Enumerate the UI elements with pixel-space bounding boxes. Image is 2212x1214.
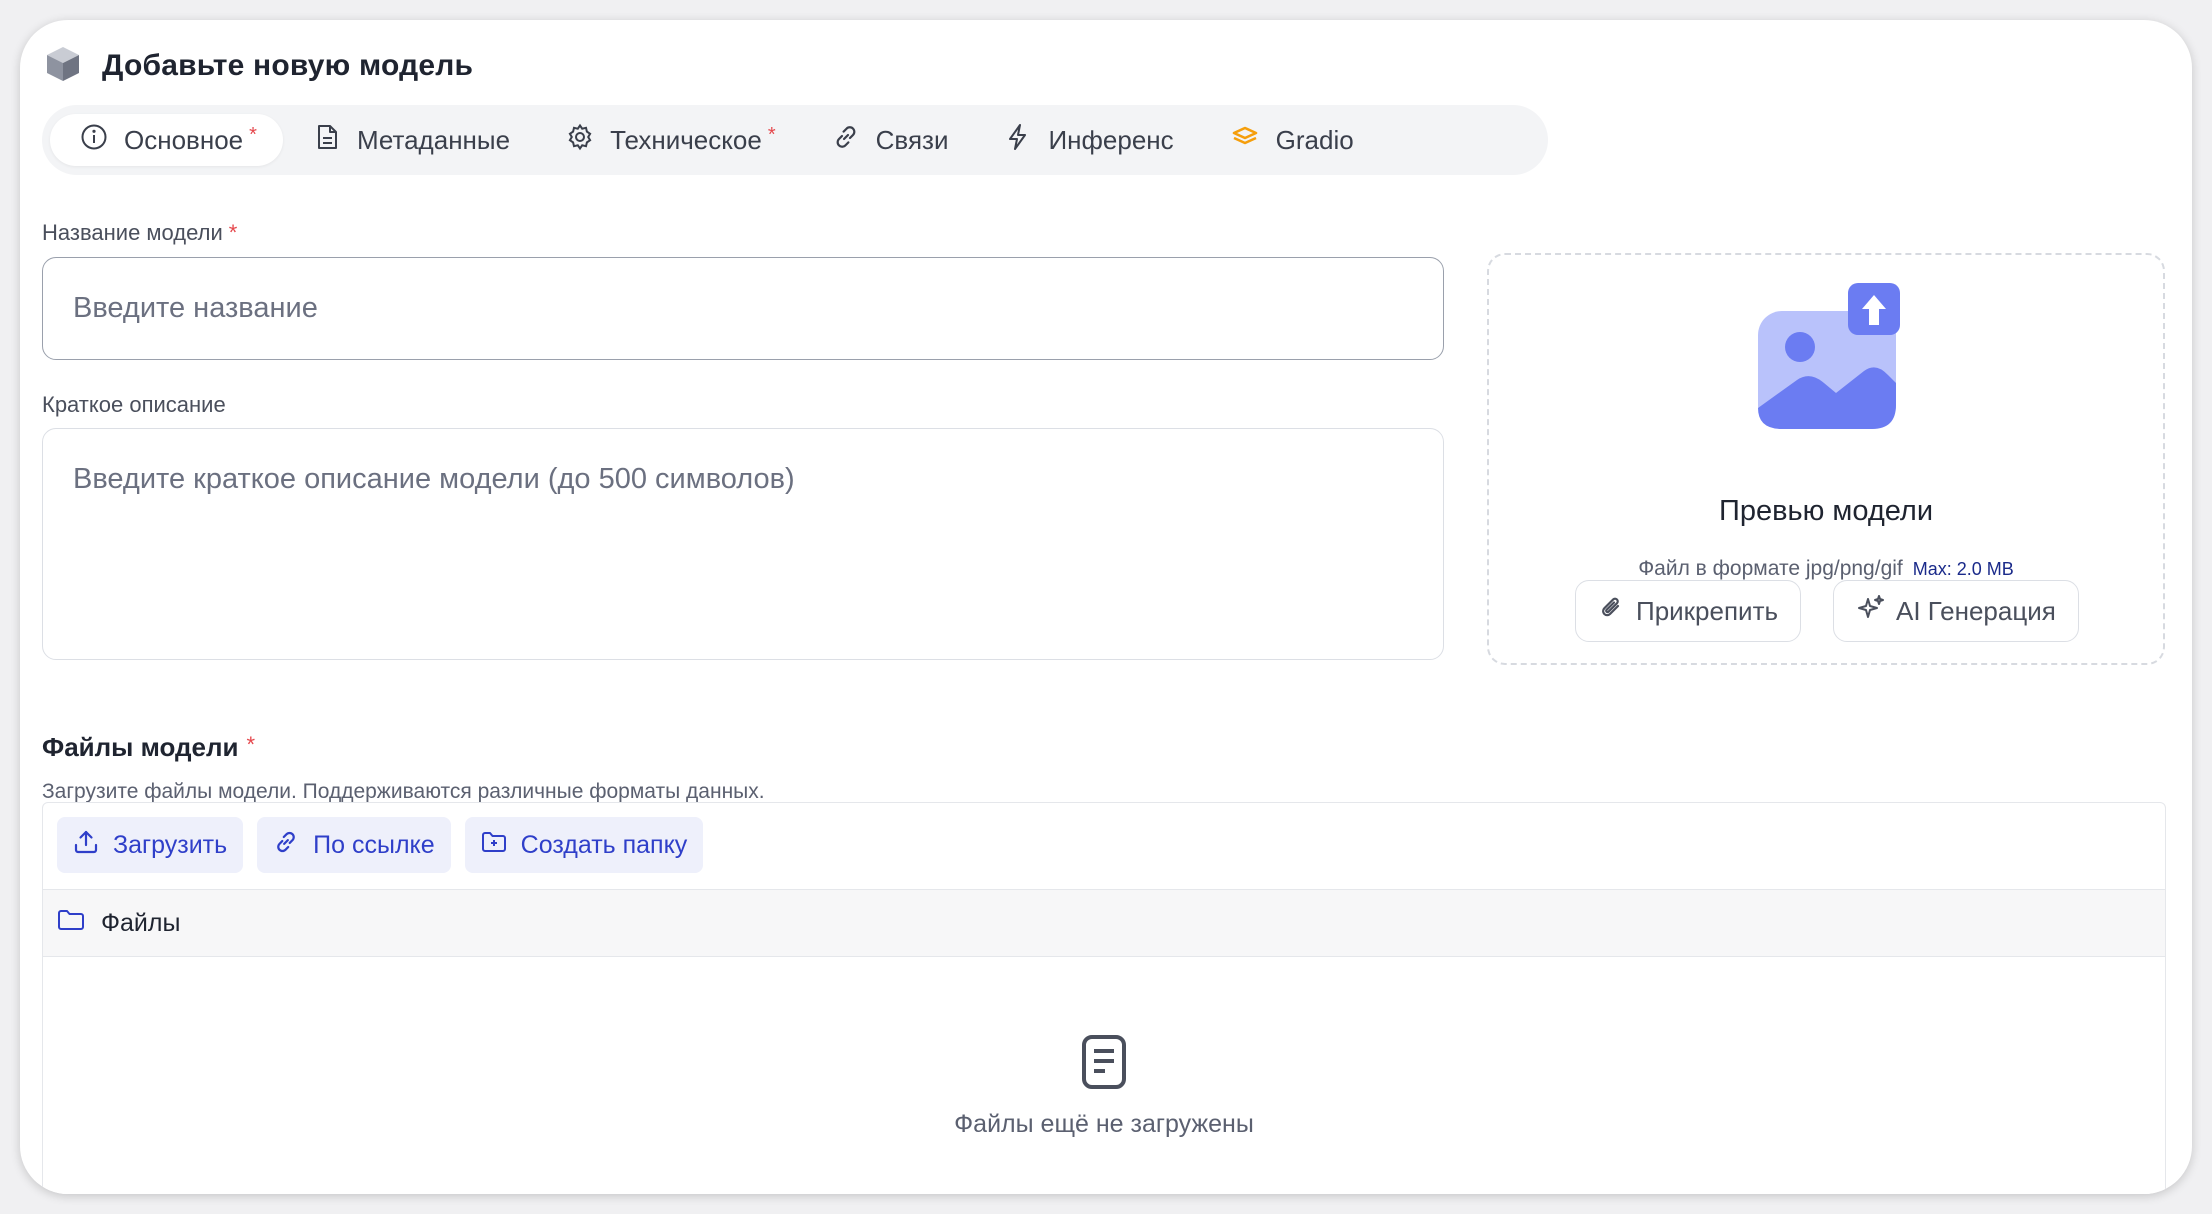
tab-metadata[interactable]: Метаданные	[283, 114, 536, 166]
model-name-input[interactable]: Введите название	[42, 257, 1444, 360]
folder-icon	[57, 907, 85, 940]
add-model-dialog: Добавьте новую модель Основное * Метадан…	[20, 20, 2192, 1194]
tab-technical[interactable]: Техническое *	[536, 114, 802, 166]
short-description-input[interactable]: Введите краткое описание модели (до 500 …	[42, 428, 1444, 660]
tab-inference[interactable]: Инференс	[974, 114, 1199, 166]
sparkles-icon	[1856, 593, 1886, 630]
tab-main[interactable]: Основное *	[50, 114, 283, 166]
link-icon	[273, 829, 299, 862]
by-link-button[interactable]: По ссылке	[257, 817, 451, 873]
tab-label: Метаданные	[356, 124, 511, 155]
preview-hint: Файл в формате jpg/png/gif Max: 2.0 MB	[1638, 557, 2014, 580]
model-name-label: Название модели *	[42, 220, 238, 245]
required-mark: *	[249, 124, 257, 146]
create-folder-button[interactable]: Создать папку	[464, 817, 704, 873]
preview-dropzone[interactable]: Превью модели Файл в формате jpg/png/gif…	[1487, 253, 2165, 665]
folder-plus-icon	[481, 829, 507, 862]
ai-generation-button[interactable]: AI Генерация	[1833, 580, 2079, 642]
cube-icon	[44, 45, 82, 88]
lightning-icon	[1004, 123, 1032, 158]
tab-label: Gradio	[1275, 124, 1354, 155]
document-icon	[313, 123, 341, 158]
empty-state-text: Файлы ещё не загружены	[954, 1110, 1254, 1138]
tab-bar: Основное * Метаданные Техническое * Связ…	[42, 105, 1548, 175]
required-mark: *	[767, 124, 776, 146]
root-folder-row[interactable]: Файлы	[43, 889, 2165, 957]
gear-icon	[566, 123, 594, 158]
link-icon	[832, 123, 860, 158]
tab-label: Основное	[124, 124, 244, 155]
preview-title: Превью модели	[1718, 495, 1934, 527]
upload-button[interactable]: Загрузить	[57, 817, 244, 873]
attach-button[interactable]: Прикрепить	[1575, 580, 1802, 642]
empty-state: Файлы ещё не загружены	[43, 1033, 2165, 1139]
file-toolbar: Загрузить По ссылке Создать папку	[57, 817, 704, 873]
paperclip-icon	[1598, 594, 1626, 629]
max-size-label: Max: 2.0 MB	[1912, 559, 2014, 579]
image-upload-icon	[1752, 283, 1902, 438]
tab-gradio[interactable]: Gradio	[1200, 114, 1380, 166]
required-mark: *	[246, 732, 256, 757]
file-text-icon	[1079, 1035, 1129, 1095]
page-title: Добавьте новую модель	[102, 49, 474, 82]
required-mark: *	[228, 220, 238, 245]
upload-icon	[73, 829, 99, 862]
tab-label: Техническое	[610, 124, 762, 155]
model-files-subtitle: Загрузите файлы модели. Поддерживаются р…	[42, 780, 765, 803]
dialog-header: Добавьте новую модель	[44, 36, 473, 96]
gradio-icon	[1230, 123, 1260, 158]
model-files-title: Файлы модели *	[42, 732, 256, 762]
file-manager: Загрузить По ссылке Создать папку Файлы	[42, 802, 2166, 1194]
tab-label: Связи	[875, 124, 949, 155]
info-icon	[80, 123, 108, 158]
tab-relations[interactable]: Связи	[802, 114, 975, 166]
short-description-label: Краткое описание	[42, 392, 226, 417]
tab-label: Инференс	[1048, 124, 1174, 155]
folder-name: Файлы	[101, 908, 181, 937]
